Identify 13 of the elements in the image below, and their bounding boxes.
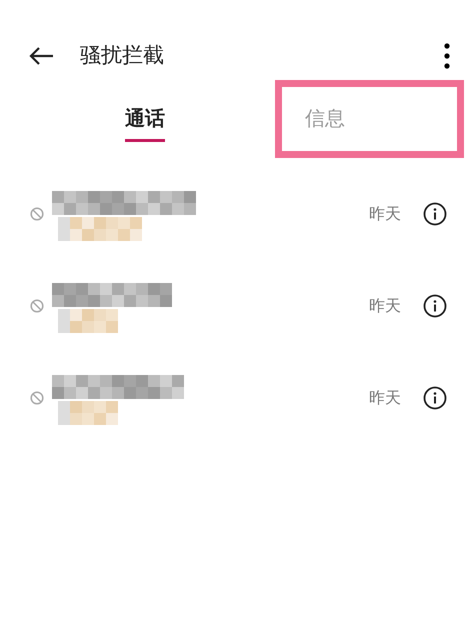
info-icon[interactable] — [423, 202, 447, 226]
page-title: 骚扰拦截 — [80, 42, 164, 70]
call-time: 昨天 — [369, 295, 401, 317]
back-icon[interactable] — [28, 46, 54, 66]
info-icon[interactable] — [423, 386, 447, 410]
tab[interactable]: 通话 — [125, 94, 165, 142]
more-icon[interactable] — [443, 43, 451, 69]
info-icon[interactable] — [423, 294, 447, 318]
block-icon — [30, 391, 44, 405]
call-time: 昨天 — [369, 387, 401, 409]
block-icon — [30, 207, 44, 221]
block-icon — [30, 299, 44, 313]
call-time: 昨天 — [369, 203, 401, 225]
